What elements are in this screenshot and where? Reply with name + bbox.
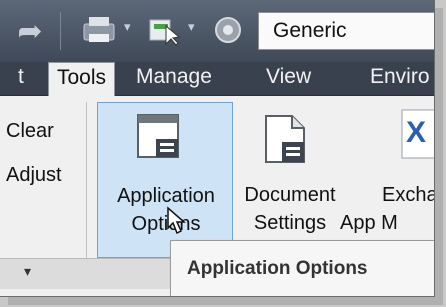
document-settings-icon[interactable]	[262, 112, 308, 168]
toolbar-separator	[60, 12, 61, 50]
exchange-label-line2[interactable]: App M	[340, 212, 398, 235]
tab-view[interactable]: View	[266, 62, 311, 95]
tab-environments[interactable]: Enviro	[370, 62, 430, 95]
exchange-app-manager-icon[interactable]: X	[396, 108, 434, 164]
application-window: ➦ ▾ ▾ Generic t Tools Manage View Enviro	[0, 0, 435, 297]
plot-dropdown-icon[interactable]: ▾	[124, 20, 131, 35]
redo-icon[interactable]: ➦	[8, 16, 52, 48]
application-options-button[interactable]: Application Options	[97, 102, 233, 258]
project-icon[interactable]	[146, 14, 184, 46]
tab-manage[interactable]: Manage	[136, 62, 212, 95]
appearance-value: Generic	[273, 19, 347, 42]
mouse-cursor-icon	[167, 206, 186, 235]
ribbon-tab-bar: t Tools Manage View Enviro	[0, 62, 434, 97]
tab-tools[interactable]: Tools	[48, 62, 116, 97]
project-dropdown-icon[interactable]: ▾	[188, 20, 195, 35]
panel-expander-icon[interactable]: ▾	[24, 264, 31, 280]
svg-text:X: X	[406, 116, 426, 149]
quick-access-toolbar: ➦ ▾ ▾ Generic	[0, 0, 434, 62]
adjust-button[interactable]: Adjust	[6, 164, 62, 187]
panel-separator	[86, 102, 87, 284]
document-settings-label-line2[interactable]: Settings	[240, 212, 340, 235]
appearance-selector[interactable]: Generic	[258, 12, 434, 50]
application-options-icon	[137, 114, 179, 158]
tooltip-title: Application Options	[187, 258, 368, 279]
plot-icon[interactable]	[80, 14, 120, 46]
application-options-label-line1: Application	[117, 185, 215, 207]
clear-button[interactable]: Clear	[6, 120, 54, 143]
appearance-icon[interactable]	[212, 14, 246, 46]
tab-partial-left[interactable]: t	[18, 62, 24, 95]
exchange-label-line1[interactable]: Excha	[382, 184, 434, 207]
document-settings-label-line1[interactable]: Document	[240, 184, 340, 207]
tooltip: Application Options	[170, 240, 434, 296]
